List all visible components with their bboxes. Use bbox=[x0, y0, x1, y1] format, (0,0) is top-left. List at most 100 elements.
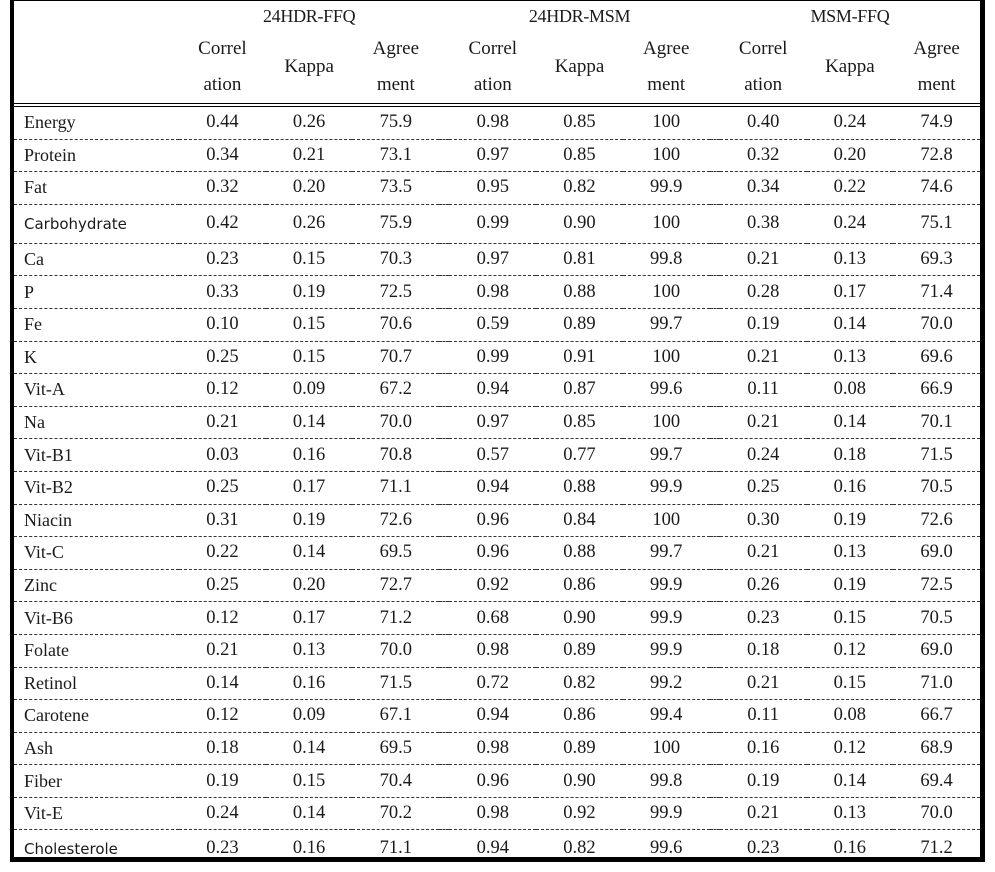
cell-agreement: 99.9 bbox=[622, 471, 710, 505]
table-row: Energy 0.44 0.26 75.9 0.98 0.85 100 0.40 0.24 74.… bbox=[14, 105, 980, 140]
cell-kappa: 0.88 bbox=[536, 471, 623, 505]
cell-correlation: 0.10 bbox=[179, 308, 266, 342]
cell-kappa: 0.13 bbox=[806, 243, 894, 277]
group-header-24hdr-ffq: 24HDR-FFQ bbox=[262, 5, 356, 26]
cell-agreement: 72.6 bbox=[893, 504, 980, 538]
cell-agreement: 75.9 bbox=[352, 204, 440, 244]
table-row: Vit-E 0.24 0.14 70.2 0.98 0.92 99.9 0.21 0.13 70.… bbox=[14, 797, 980, 831]
cell-correlation: 0.11 bbox=[719, 699, 807, 733]
cell-kappa: 0.13 bbox=[806, 341, 894, 375]
cell-kappa: 0.19 bbox=[806, 504, 894, 538]
col-header-agreement: Agree ment bbox=[372, 38, 420, 95]
cell-kappa: 0.14 bbox=[806, 308, 894, 342]
cell-agreement: 70.5 bbox=[893, 471, 980, 505]
cell-agreement: 72.5 bbox=[893, 569, 980, 603]
row-label: Fiber bbox=[14, 764, 180, 798]
cell-agreement: 70.0 bbox=[352, 406, 440, 440]
cell-correlation: 0.97 bbox=[449, 406, 537, 440]
cell-kappa: 0.92 bbox=[536, 797, 623, 831]
cell-agreement: 99.9 bbox=[622, 601, 710, 635]
cell-kappa: 0.14 bbox=[265, 797, 353, 831]
cell-correlation: 0.21 bbox=[179, 634, 266, 668]
table-row: K 0.25 0.15 70.7 0.99 0.91 100 0.21 0.13 69.6 bbox=[14, 341, 980, 375]
cell-kappa: 0.87 bbox=[536, 373, 623, 407]
cell-kappa: 0.22 bbox=[806, 171, 894, 205]
cell-agreement: 71.5 bbox=[352, 667, 440, 701]
cell-kappa: 0.86 bbox=[536, 569, 623, 603]
cell-agreement: 99.7 bbox=[622, 308, 710, 342]
cell-agreement: 74.6 bbox=[893, 171, 980, 205]
cell-correlation: 0.11 bbox=[719, 373, 807, 407]
group-header-24hdr-msm: 24HDR-MSM bbox=[528, 5, 631, 26]
cell-agreement: 100 bbox=[622, 275, 710, 309]
cell-correlation: 0.99 bbox=[449, 204, 537, 244]
cell-correlation: 0.97 bbox=[449, 139, 537, 173]
row-label: Vit-B1 bbox=[14, 438, 180, 472]
cell-correlation: 0.21 bbox=[719, 406, 807, 440]
cell-agreement: 70.7 bbox=[352, 341, 440, 375]
cell-correlation: 0.19 bbox=[179, 764, 266, 798]
cell-kappa: 0.15 bbox=[265, 308, 353, 342]
cell-correlation: 0.03 bbox=[179, 438, 266, 472]
cell-correlation: 0.94 bbox=[449, 373, 537, 407]
cell-agreement: 99.9 bbox=[622, 569, 710, 603]
cell-kappa: 0.09 bbox=[265, 373, 353, 407]
cell-agreement: 66.9 bbox=[893, 373, 980, 407]
row-label: Vit-C bbox=[14, 536, 180, 570]
cell-kappa: 0.16 bbox=[806, 471, 894, 505]
cell-kappa: 0.15 bbox=[806, 601, 894, 635]
cell-agreement: 100 bbox=[622, 504, 710, 538]
cell-correlation: 0.18 bbox=[719, 634, 807, 668]
cell-kappa: 0.15 bbox=[265, 243, 353, 277]
cell-agreement: 69.6 bbox=[893, 341, 980, 375]
cell-kappa: 0.13 bbox=[806, 536, 894, 570]
cell-agreement: 99.8 bbox=[622, 243, 710, 277]
cell-agreement: 71.4 bbox=[893, 275, 980, 309]
cell-kappa: 0.14 bbox=[806, 406, 894, 440]
cell-correlation: 0.31 bbox=[179, 504, 266, 538]
group-header-row: 24HDR-FFQ 24HDR-MSM MSM-FFQ bbox=[14, 1, 980, 31]
cell-correlation: 0.32 bbox=[179, 171, 266, 205]
cell-correlation: 0.19 bbox=[719, 764, 807, 798]
cell-correlation: 0.21 bbox=[719, 536, 807, 570]
cell-kappa: 0.88 bbox=[536, 275, 623, 309]
cell-kappa: 0.89 bbox=[536, 308, 623, 342]
cell-kappa: 0.20 bbox=[265, 569, 353, 603]
cell-kappa: 0.19 bbox=[265, 275, 353, 309]
cell-correlation: 0.59 bbox=[449, 308, 537, 342]
col-header-correlation: Correl ation bbox=[468, 38, 518, 95]
cell-kappa: 0.15 bbox=[265, 764, 353, 798]
row-label: Carbohydrate bbox=[14, 204, 180, 244]
cell-correlation: 0.98 bbox=[449, 797, 537, 831]
cell-correlation: 0.96 bbox=[449, 504, 537, 538]
cell-kappa: 0.90 bbox=[536, 601, 623, 635]
table-row: Vit-B1 0.03 0.16 70.8 0.57 0.77 99.7 0.24 0.18 71… bbox=[14, 438, 980, 472]
cell-kappa: 0.13 bbox=[265, 634, 353, 668]
cell-agreement: 99.4 bbox=[622, 699, 710, 733]
cell-agreement: 99.9 bbox=[622, 171, 710, 205]
table-row: Vit-B2 0.25 0.17 71.1 0.94 0.88 99.9 0.25 0.16 70… bbox=[14, 471, 980, 505]
cell-kappa: 0.12 bbox=[806, 634, 894, 668]
cell-agreement: 70.0 bbox=[893, 797, 980, 831]
row-label: Zinc bbox=[14, 569, 180, 603]
cell-correlation: 0.12 bbox=[179, 699, 266, 733]
cell-kappa: 0.26 bbox=[265, 204, 353, 244]
cell-correlation: 0.98 bbox=[449, 275, 537, 309]
cell-agreement: 73.1 bbox=[352, 139, 440, 173]
cell-agreement: 75.9 bbox=[352, 105, 440, 140]
cell-kappa: 0.24 bbox=[806, 105, 894, 140]
cell-agreement: 75.1 bbox=[893, 204, 980, 244]
row-label: Vit-B2 bbox=[14, 471, 180, 505]
table-row: Fiber 0.19 0.15 70.4 0.96 0.90 99.8 0.19 0.14 69.… bbox=[14, 764, 980, 798]
cell-kappa: 0.85 bbox=[536, 139, 623, 173]
cell-agreement: 100 bbox=[622, 732, 710, 766]
cell-correlation: 0.98 bbox=[449, 105, 537, 140]
cell-correlation: 0.25 bbox=[179, 471, 266, 505]
cell-agreement: 71.2 bbox=[920, 838, 953, 859]
cell-correlation: 0.14 bbox=[179, 667, 266, 701]
cell-agreement: 71.0 bbox=[893, 667, 980, 701]
cell-kappa: 0.26 bbox=[265, 105, 353, 140]
cell-agreement: 69.0 bbox=[893, 634, 980, 668]
cell-correlation: 0.34 bbox=[719, 171, 807, 205]
cell-correlation: 0.97 bbox=[449, 243, 537, 277]
